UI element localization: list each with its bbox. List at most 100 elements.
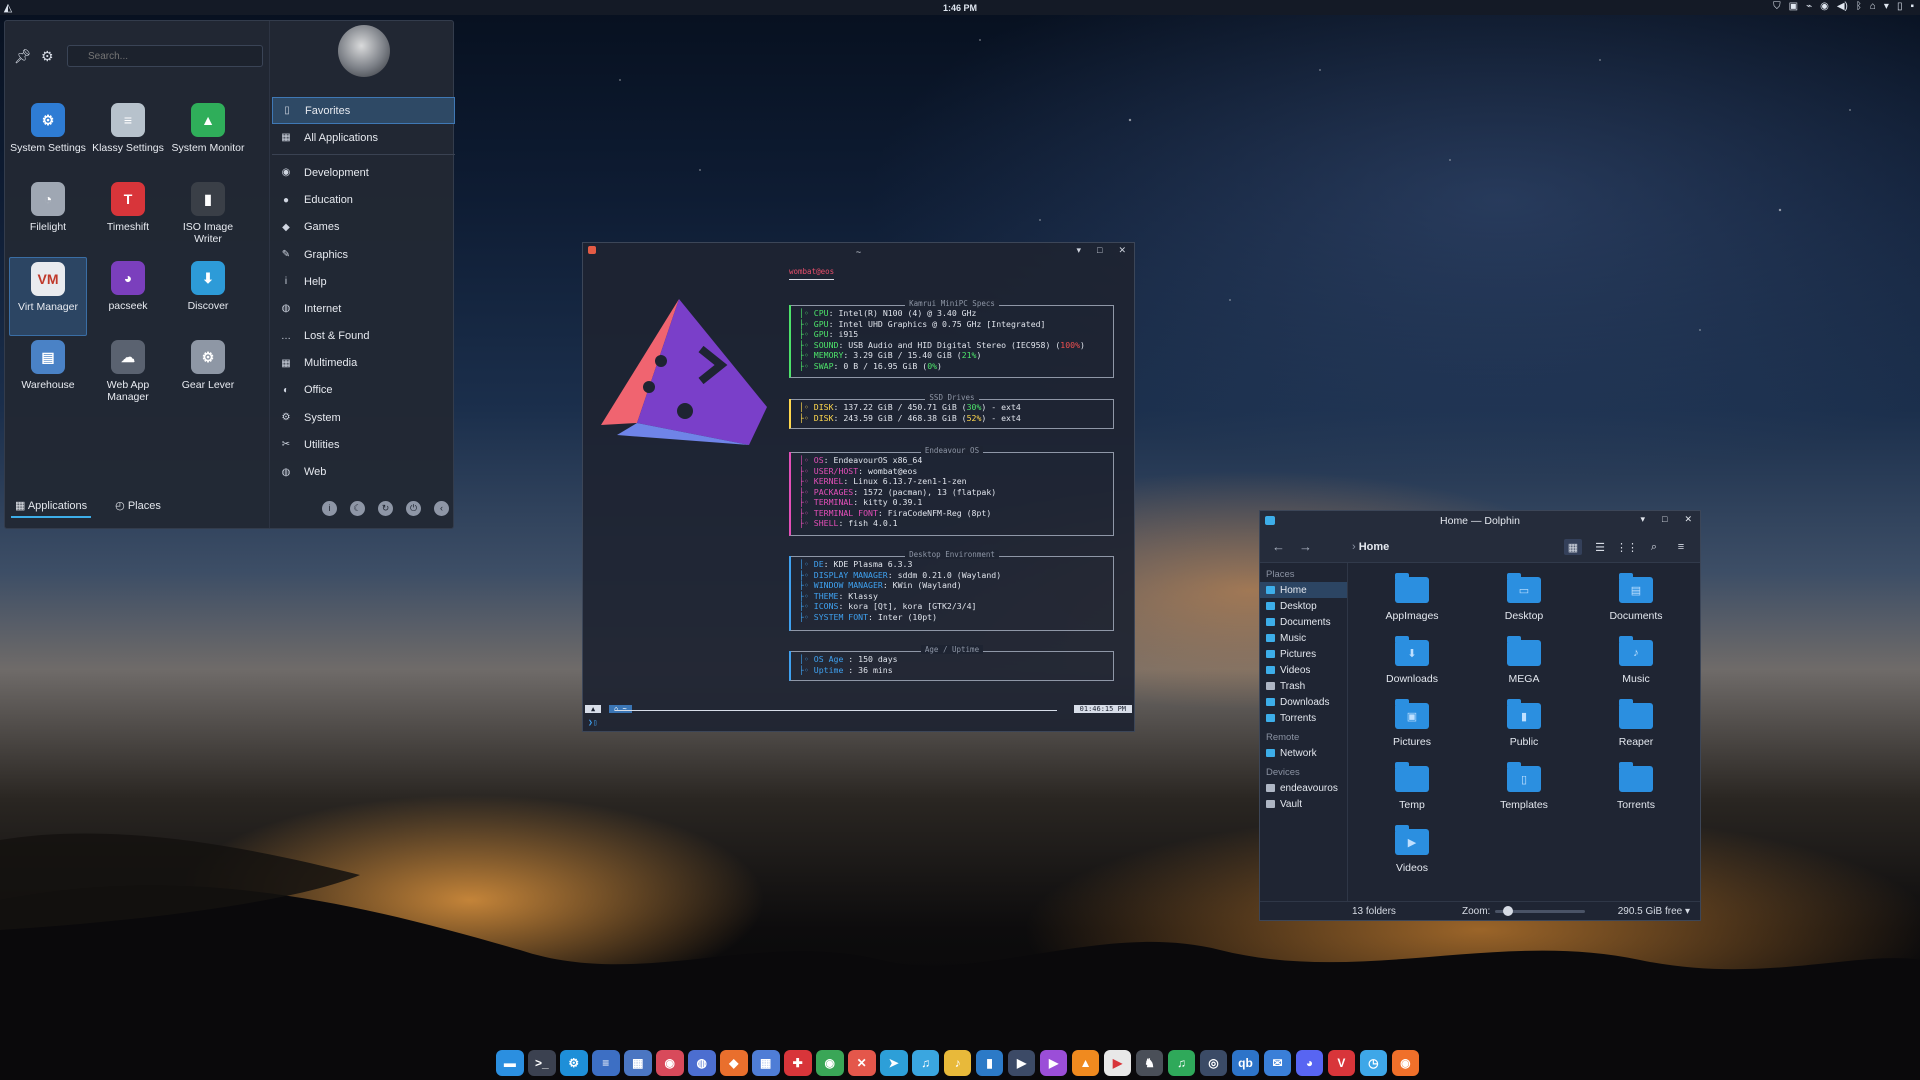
folder-item[interactable]: AppImages	[1356, 573, 1468, 630]
terminal-prompt[interactable]: ▲ ⌂ ~ 01:46:15 PM	[585, 705, 1132, 715]
sleep-icon[interactable]: ☾	[350, 501, 365, 516]
clock[interactable]: 1:46 PM	[943, 3, 977, 13]
dolphin-icon[interactable]: ▬	[496, 1050, 524, 1076]
favorite-app[interactable]: ⚙ System Settings	[9, 99, 87, 178]
firefox-icon[interactable]: ◉	[1391, 1050, 1420, 1076]
system-settings-icon[interactable]: ⚙	[559, 1050, 588, 1076]
qbittorrent-icon[interactable]: qb	[1231, 1050, 1260, 1076]
info-icon[interactable]: i	[322, 501, 337, 516]
red-app-icon[interactable]: ✚	[783, 1050, 812, 1076]
spotify-icon[interactable]: ♫	[1167, 1050, 1196, 1076]
folder-item[interactable]: ♪ Music	[1580, 636, 1692, 693]
folder-item[interactable]: ▮ Public	[1468, 699, 1580, 756]
favorite-app[interactable]: ◔ Filelight	[9, 178, 87, 257]
category-favorites[interactable]: ▯ Favorites	[272, 97, 455, 125]
category-multimedia[interactable]: ▦ Multimedia	[272, 350, 455, 377]
vlc-icon[interactable]: ▲	[1071, 1050, 1100, 1076]
app-launcher-icon[interactable]: ◭	[0, 1, 16, 14]
hamburger-menu-icon[interactable]: ≡	[1672, 539, 1690, 555]
place-videos[interactable]: Videos	[1260, 662, 1347, 678]
folder-item[interactable]: ⬇ Downloads	[1356, 636, 1468, 693]
folder-item[interactable]: ▶ Videos	[1356, 825, 1468, 882]
folder-item[interactable]: Reaper	[1580, 699, 1692, 756]
category-office[interactable]: ◐ Office	[272, 377, 455, 404]
search-icon[interactable]: ⌕	[1645, 539, 1663, 555]
discord-icon[interactable]: ◕	[1295, 1050, 1324, 1076]
place-torrents[interactable]: Torrents	[1260, 710, 1347, 726]
maximize-icon[interactable]: □	[1097, 245, 1102, 256]
folder-item[interactable]: ▯ Templates	[1468, 762, 1580, 819]
clipboard-icon[interactable]: ▣	[1789, 1, 1798, 12]
minimize-icon[interactable]: ▾	[1640, 514, 1645, 525]
media-icon[interactable]: ◉	[1820, 1, 1829, 12]
back-icon[interactable]: ←	[1272, 539, 1285, 554]
icons-view-icon[interactable]: ▦	[1564, 539, 1582, 555]
zoom-slider-handle[interactable]	[1503, 906, 1513, 916]
category-graphics[interactable]: ✎ Graphics	[272, 241, 455, 268]
close-icon[interactable]: ✕	[1118, 245, 1126, 256]
favorite-app[interactable]: ▮ ISO Image Writer	[169, 178, 247, 257]
kate-icon[interactable]: ≡	[591, 1050, 620, 1076]
folder-item[interactable]: Torrents	[1580, 762, 1692, 819]
folder-item[interactable]: ▤ Documents	[1580, 573, 1692, 630]
steam-icon[interactable]: ◎	[1199, 1050, 1228, 1076]
place-downloads[interactable]: Downloads	[1260, 694, 1347, 710]
bar-icon[interactable]: ▮	[975, 1050, 1004, 1076]
tab-applications[interactable]: ▦ Applications	[11, 493, 92, 518]
terminal-icon[interactable]: >_	[527, 1050, 556, 1076]
desktop-icon[interactable]: ▪	[1910, 1, 1914, 12]
place-home[interactable]: Home	[1260, 582, 1347, 598]
compact-view-icon[interactable]: ⋮⋮	[1616, 539, 1638, 555]
vivaldi-icon[interactable]: ◉	[655, 1050, 684, 1076]
network-icon[interactable]: ⌁	[1806, 1, 1812, 12]
place-documents[interactable]: Documents	[1260, 614, 1347, 630]
place-endeavouros[interactable]: endeavouros	[1260, 780, 1347, 796]
shield-icon[interactable]: ⛉	[1773, 1, 1781, 12]
category-development[interactable]: ◉ Development	[272, 159, 455, 186]
pin-icon[interactable]: 📌︎	[14, 48, 32, 65]
favorite-app[interactable]: ⚙ Gear Lever	[169, 336, 247, 415]
place-desktop[interactable]: Desktop	[1260, 598, 1347, 614]
terminal-titlebar[interactable]: ~ ▾ □ ✕	[583, 243, 1134, 260]
place-network[interactable]: Network	[1260, 745, 1347, 761]
category-utilities[interactable]: ✂ Utilities	[272, 431, 455, 458]
folder-item[interactable]: MEGA	[1468, 636, 1580, 693]
favorite-app[interactable]: T Timeshift	[89, 178, 167, 257]
telegram-icon[interactable]: ➤	[879, 1050, 908, 1076]
vivaldi-red-icon[interactable]: V	[1327, 1050, 1356, 1076]
place-vault[interactable]: Vault	[1260, 796, 1347, 812]
favorite-app[interactable]: ☁ Web App Manager	[89, 336, 167, 415]
cursor[interactable]: ❯▯	[588, 718, 598, 727]
category-web[interactable]: ◍ Web	[272, 458, 455, 485]
category-games[interactable]: ◆ Games	[272, 214, 455, 241]
category-internet[interactable]: ◍ Internet	[272, 295, 455, 322]
restart-icon[interactable]: ↻	[378, 501, 393, 516]
details-view-icon[interactable]: ☰	[1591, 539, 1609, 555]
chrome-icon[interactable]: ◉	[815, 1050, 844, 1076]
folder-item[interactable]: Temp	[1356, 762, 1468, 819]
minimize-icon[interactable]: ▾	[1076, 245, 1081, 256]
forward-icon[interactable]: →	[1299, 539, 1312, 554]
grid-app-icon[interactable]: ▦	[751, 1050, 780, 1076]
favorite-app[interactable]: ◕ pacseek	[89, 257, 167, 336]
tab-places[interactable]: ◴ Places	[115, 499, 161, 518]
wifi-icon[interactable]: ⌂	[1870, 1, 1876, 12]
tool-icon[interactable]: ✕	[847, 1050, 876, 1076]
battery-icon[interactable]: ▯	[1897, 1, 1903, 12]
category-system[interactable]: ⚙ System	[272, 404, 455, 431]
gear-icon[interactable]: ⚙	[41, 48, 54, 65]
category-help[interactable]: i Help	[272, 268, 455, 295]
category-education[interactable]: ● Education	[272, 187, 455, 214]
kdenlive-icon[interactable]: ▶	[1007, 1050, 1036, 1076]
player-icon[interactable]: ▶	[1039, 1050, 1068, 1076]
bluetooth-icon[interactable]: ᛒ	[1856, 1, 1862, 12]
thunderbird-icon[interactable]: ✉	[1263, 1050, 1292, 1076]
breadcrumb[interactable]: › Home	[1352, 541, 1389, 553]
category-all-applications[interactable]: ▦ All Applications	[272, 124, 455, 151]
breadcrumb-home[interactable]: Home	[1359, 541, 1390, 553]
favorite-app[interactable]: ▲ System Monitor	[169, 99, 247, 178]
music-notes-icon[interactable]: ♪	[943, 1050, 972, 1076]
place-trash[interactable]: Trash	[1260, 678, 1347, 694]
shutdown-icon[interactable]: ⏻	[406, 501, 421, 516]
free-space[interactable]: 290.5 GiB free ▾	[1618, 906, 1690, 917]
